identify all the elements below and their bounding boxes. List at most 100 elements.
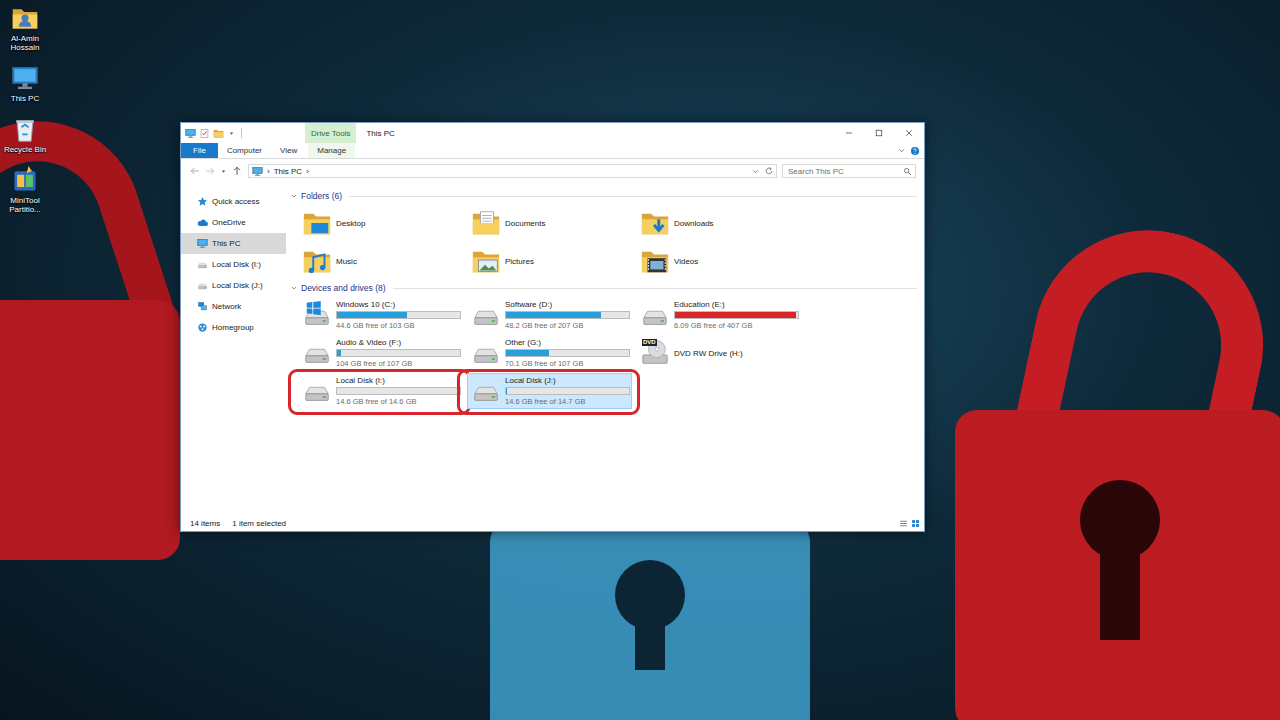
drive-tile[interactable]: Local Disk (J:)14.6 GB free of 14.7 GB	[467, 373, 632, 409]
sidebar-item[interactable]: This PC	[181, 233, 286, 254]
drive-name: Audio & Video (F:)	[336, 338, 459, 347]
sidebar-item[interactable]: Homegroup	[181, 317, 286, 338]
group-divider	[349, 196, 917, 197]
ribbon-tab[interactable]: Manage	[308, 143, 355, 158]
sidebar-item-label: OneDrive	[212, 218, 246, 227]
drive-tile[interactable]: DVD DVD RW Drive (H:)	[636, 335, 801, 371]
recent-dropdown-icon[interactable]	[219, 167, 228, 176]
sidebar-item[interactable]: Network	[181, 296, 286, 317]
desktop-icon[interactable]: Al-Amin Hossain	[0, 4, 50, 52]
title-bar[interactable]: Drive ToolsThis PC	[181, 123, 924, 143]
sidebar-item[interactable]: Local Disk (J:)	[181, 275, 286, 296]
usage-fill-color	[675, 312, 796, 318]
folder-tile[interactable]: Desktop	[298, 205, 463, 241]
drive-tile[interactable]: Software (D:)48.2 GB free of 207 GB	[467, 297, 632, 333]
group-header-label: Folders (6)	[301, 191, 342, 201]
address-separator[interactable]: ›	[267, 167, 270, 176]
ribbon-tab[interactable]: Computer	[218, 143, 271, 158]
dvd-badge: DVD	[642, 339, 657, 346]
sidebar-item[interactable]: Quick access	[181, 191, 286, 212]
computer-icon	[185, 128, 196, 139]
dropdown-icon[interactable]	[227, 129, 236, 138]
usage-bar	[336, 311, 461, 319]
drive-tile[interactable]: Local Disk (I:)14.6 GB free of 14.6 GB	[298, 373, 463, 409]
grid-cell: Audio & Video (F:) 104 GB free of 107 GB	[298, 335, 467, 371]
wallpaper-red-padlock	[0, 0, 1, 1]
up-arrow-icon[interactable]	[231, 165, 243, 177]
details-view-icon[interactable]	[899, 519, 908, 528]
drive-tile[interactable]: Audio & Video (F:) 104 GB free of 107 GB	[298, 335, 463, 371]
large-icons-view-icon[interactable]	[911, 519, 920, 528]
annotation-outline	[457, 369, 640, 415]
search-icon[interactable]	[903, 167, 912, 176]
desktop-icon-label: Al-Amin Hossain	[0, 34, 50, 52]
drive-name: DVD RW Drive (H:)	[674, 349, 743, 358]
desktop-icon-label: Recycle Bin	[4, 145, 46, 154]
folder-tile[interactable]: Music	[298, 243, 463, 279]
computer-icon	[11, 64, 39, 92]
forward-arrow-icon[interactable]	[204, 165, 216, 177]
free-space: 104 GB free of 107 GB	[336, 359, 459, 368]
maximize-button[interactable]	[864, 123, 894, 143]
desktop-icon[interactable]: This PC	[0, 64, 50, 103]
folder-tile[interactable]: Documents	[467, 205, 632, 241]
search-input[interactable]	[788, 167, 903, 176]
maximize-icon	[874, 128, 884, 138]
refresh-icon[interactable]	[764, 166, 774, 176]
hard-drive-icon	[302, 338, 332, 368]
network-icon	[197, 301, 208, 312]
chevron-down-icon	[290, 192, 298, 200]
folder-tile[interactable]: Videos	[636, 243, 801, 279]
history-dropdown-icon[interactable]	[751, 167, 760, 176]
sidebar-item-label: Homegroup	[212, 323, 254, 332]
back-arrow-icon[interactable]	[189, 165, 201, 177]
usage-fill	[675, 312, 796, 318]
desktop-icon[interactable]: Recycle Bin	[0, 115, 50, 154]
computer-icon	[252, 166, 263, 177]
chevron-down-icon[interactable]	[897, 146, 906, 155]
folder-name: Music	[336, 257, 357, 266]
wallpaper-left-padlock	[0, 0, 1, 1]
grid-cell: Local Disk (J:)14.6 GB free of 14.7 GB	[467, 373, 636, 409]
explorer-window[interactable]: Drive ToolsThis PC FileComputerViewManag…	[180, 122, 925, 532]
desktop-folder-icon	[302, 208, 332, 238]
usage-bar	[505, 349, 630, 357]
close-button[interactable]	[894, 123, 924, 143]
help-icon[interactable]	[910, 146, 920, 156]
new-folder-icon[interactable]	[213, 128, 224, 139]
address-row: › This PC ›	[181, 159, 924, 183]
ribbon-tab[interactable]: View	[271, 143, 306, 158]
toolbar-separator	[241, 128, 242, 138]
wallpaper-blue-padlock	[0, 0, 1, 1]
folder-tile[interactable]: Pictures	[467, 243, 632, 279]
drive-text: Local Disk (J:)14.6 GB free of 14.7 GB	[505, 376, 628, 406]
usage-fill	[506, 350, 549, 356]
folder-name: Desktop	[336, 219, 365, 228]
free-space: 70.1 GB free of 107 GB	[505, 359, 628, 368]
drive-tile[interactable]: Other (G:) 70.1 GB free of 107 GB	[467, 335, 632, 371]
desktop-icon[interactable]: MiniTool Partitio...	[0, 166, 50, 214]
sidebar-item-label: Local Disk (I:)	[212, 260, 261, 269]
ribbon-tab[interactable]: File	[181, 143, 218, 158]
drive-name: Other (G:)	[505, 338, 628, 347]
group-header[interactable]: Folders (6)	[290, 189, 917, 203]
address-bar[interactable]: › This PC ›	[248, 164, 777, 178]
drive-tile[interactable]: Education (E:)6.09 GB free of 407 GB	[636, 297, 801, 333]
address-crumb[interactable]: This PC	[274, 167, 302, 176]
search-box[interactable]	[782, 164, 916, 178]
drive-tile[interactable]: Windows 10 (C:)44.6 GB free of 103 GB	[298, 297, 463, 333]
group-header[interactable]: Devices and drives (8)	[290, 281, 917, 295]
minimize-button[interactable]	[834, 123, 864, 143]
usage-fill-color	[506, 388, 507, 394]
folder-name: Documents	[505, 219, 545, 228]
sidebar-item[interactable]: Local Disk (I:)	[181, 254, 286, 275]
properties-icon[interactable]	[199, 128, 210, 139]
sidebar-item[interactable]: OneDrive	[181, 212, 286, 233]
address-separator[interactable]: ›	[306, 167, 309, 176]
hard-drive-icon	[197, 259, 208, 270]
grid-cell: Local Disk (I:)14.6 GB free of 14.6 GB	[298, 373, 467, 409]
folder-tile[interactable]: Downloads	[636, 205, 801, 241]
dvd-drive-icon: DVD	[640, 338, 670, 368]
usage-bar	[505, 387, 630, 395]
window-title: This PC	[356, 129, 834, 138]
